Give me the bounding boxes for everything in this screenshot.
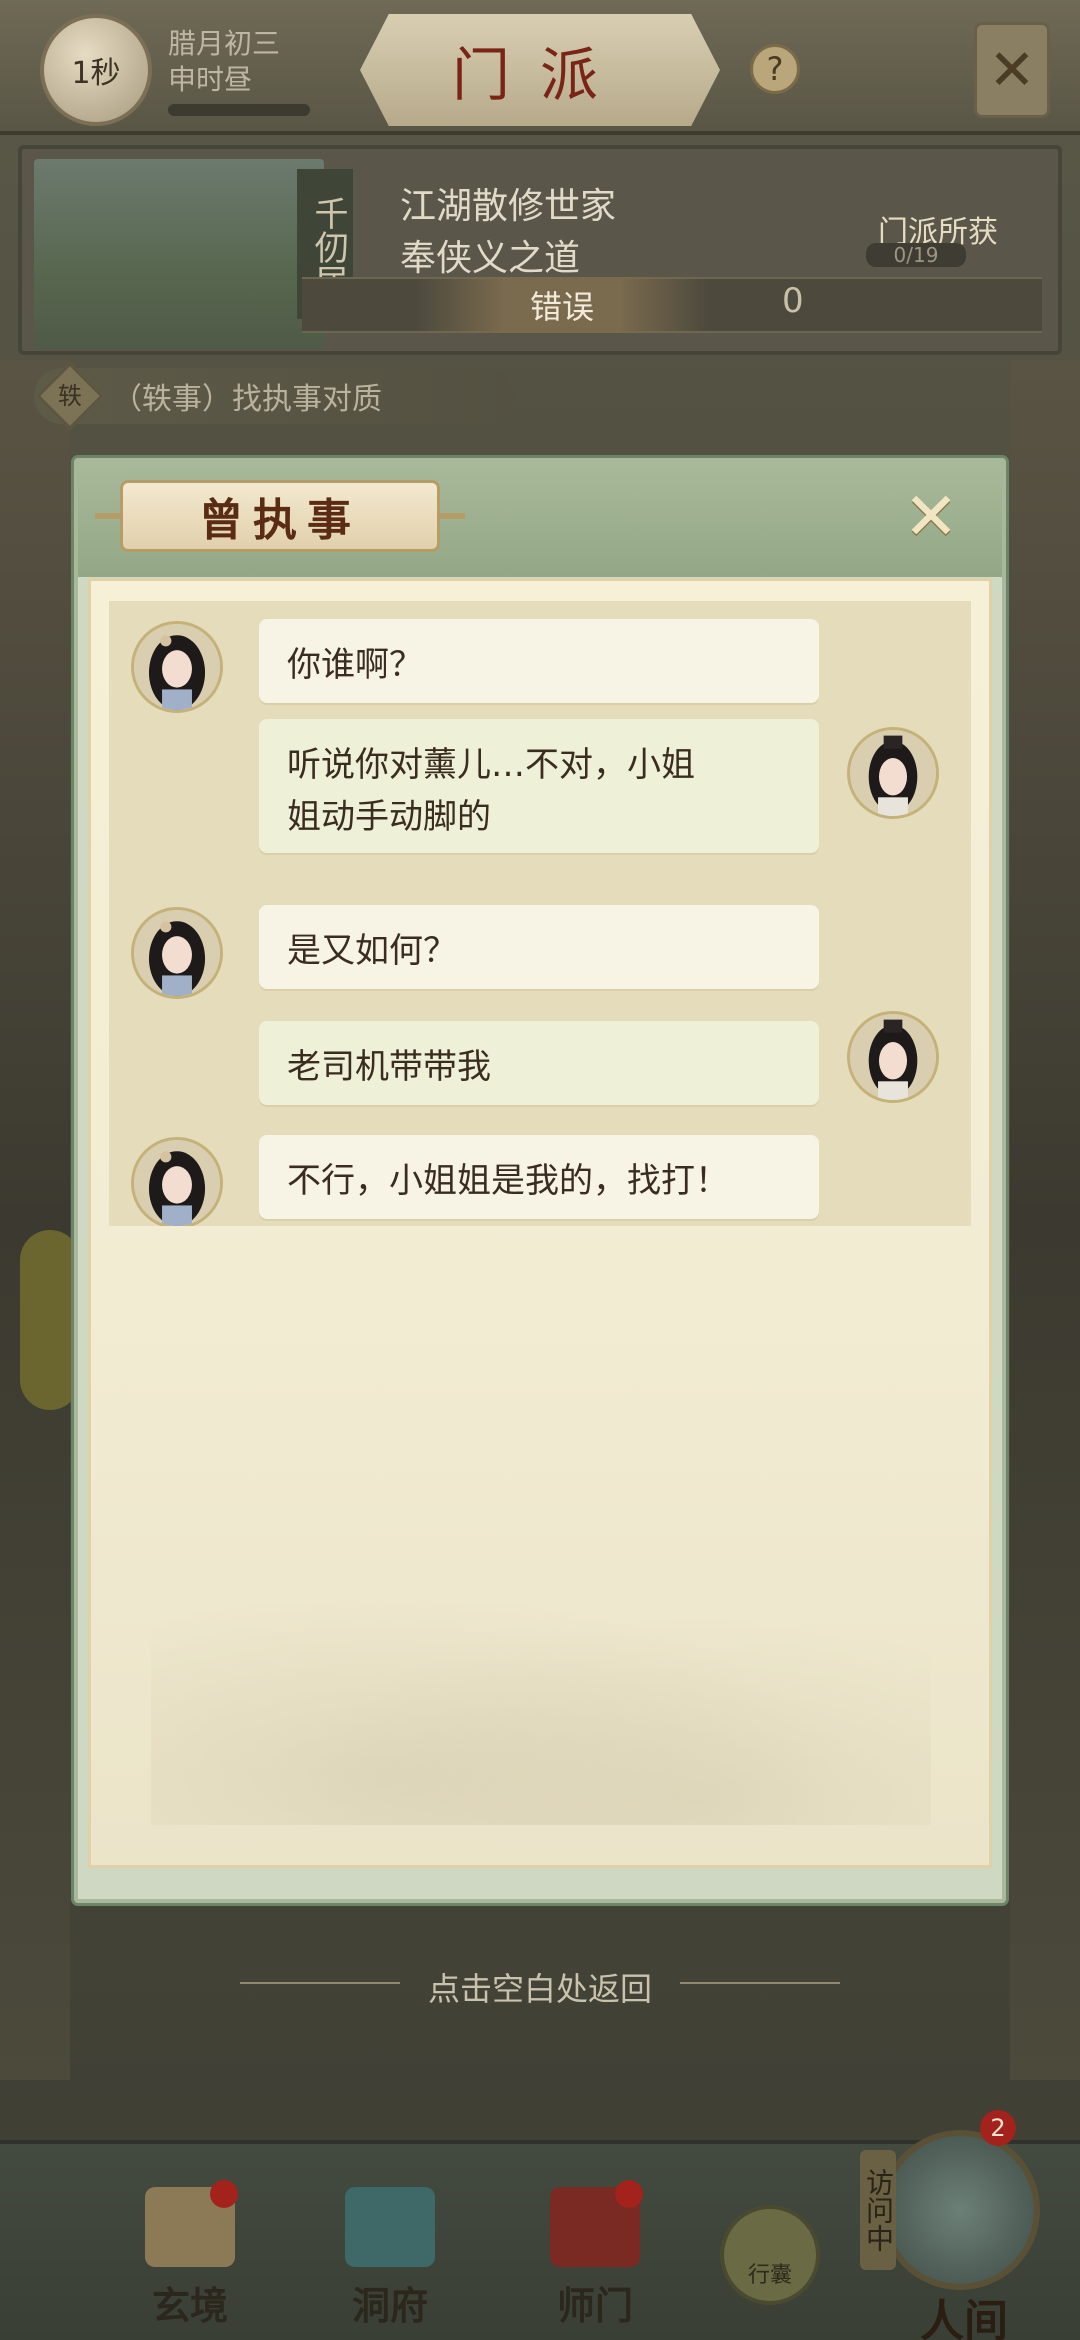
event-badge: 轶 bbox=[36, 362, 104, 430]
event-text: （轶事）找执事对质 bbox=[112, 382, 382, 417]
chat-message-npc bbox=[131, 621, 223, 713]
nav-dongfu[interactable]: 洞府 bbox=[320, 2180, 460, 2330]
chat-log[interactable]: 你谁啊？ 听说你对薰儿…不对，小姐 姐动手动脚的 是又如何？ 老司机带带我 不行… bbox=[109, 601, 971, 1226]
dialog-close-button[interactable]: ✕ bbox=[896, 482, 966, 552]
sect-desc-line2: 奉侠义之道 bbox=[400, 238, 581, 279]
chat-message-npc bbox=[131, 907, 223, 999]
dialog-title: 曾执事 bbox=[95, 480, 465, 552]
scene-left-edge bbox=[0, 360, 70, 2080]
scene-tree bbox=[20, 1230, 80, 1410]
chat-bubble: 是又如何？ bbox=[259, 905, 819, 989]
npc-avatar bbox=[131, 621, 223, 713]
sect-reward-count: 0/19 bbox=[866, 243, 966, 267]
chat-bubble: 老司机带带我 bbox=[259, 1021, 819, 1105]
tap-to-return-hint[interactable]: 点击空白处返回 bbox=[0, 1964, 1080, 2010]
chat-message-npc bbox=[131, 1137, 223, 1226]
nav-bag[interactable]: 行囊 bbox=[720, 2205, 820, 2305]
event-banner[interactable]: 轶 （轶事）找执事对质 bbox=[34, 362, 514, 430]
status-error-text: 错误 bbox=[417, 277, 707, 333]
money-count: 0 bbox=[782, 281, 804, 321]
page-title: 门派 bbox=[360, 14, 720, 126]
nav-world-label: 人间 bbox=[920, 2296, 1008, 2340]
sect-image bbox=[34, 159, 324, 349]
nav-label: 洞府 bbox=[351, 2283, 428, 2328]
chat-bubble: 你谁啊？ bbox=[259, 619, 819, 703]
time-progress-bar bbox=[168, 104, 310, 116]
date-text: 腊月初三 bbox=[168, 27, 281, 60]
timer-badge[interactable]: 1秒 bbox=[40, 14, 152, 126]
chat-bubble-line: 姐动手动脚的 bbox=[287, 797, 491, 837]
chat-bubble-line: 听说你对薰儿…不对，小姐 bbox=[287, 745, 695, 785]
event-badge-label: 轶 bbox=[58, 382, 82, 410]
notification-dot bbox=[210, 2180, 238, 2208]
close-icon: ✕ bbox=[988, 37, 1036, 103]
dialog-body: 你谁啊？ 听说你对薰儿…不对，小姐 姐动手动脚的 是又如何？ 老司机带带我 不行… bbox=[88, 578, 992, 1868]
nav-bag-label: 行囊 bbox=[747, 2263, 792, 2288]
nav-world[interactable]: 访问中 2 人间 bbox=[860, 2110, 1040, 2340]
sect-header: 千仞居 江湖散修世家 奉侠义之道 门派所获 0/19 错误 0 bbox=[18, 145, 1062, 355]
time-of-day-text: 申时昼 bbox=[168, 63, 253, 96]
sect-desc-line1: 江湖散修世家 bbox=[400, 186, 617, 227]
page-close-button[interactable]: ✕ bbox=[974, 22, 1050, 118]
help-button[interactable]: ? bbox=[750, 44, 800, 94]
chat-bubble: 听说你对薰儿…不对，小姐 姐动手动脚的 bbox=[259, 719, 819, 853]
npc-avatar bbox=[131, 1137, 223, 1226]
pavilion-icon bbox=[345, 2187, 435, 2267]
nav-label: 师门 bbox=[556, 2283, 633, 2328]
nav-label: 玄境 bbox=[151, 2283, 228, 2328]
visiting-tag: 访问中 bbox=[860, 2150, 896, 2270]
npc-avatar bbox=[131, 907, 223, 999]
world-count-badge: 2 bbox=[980, 2110, 1016, 2146]
player-avatar bbox=[847, 1011, 939, 1103]
chat-message-player bbox=[847, 1011, 939, 1103]
chat-message-player bbox=[847, 727, 939, 819]
scene-right-edge bbox=[1010, 360, 1080, 2080]
close-icon: ✕ bbox=[903, 478, 959, 555]
nav-xuanjing[interactable]: 玄境 bbox=[120, 2180, 260, 2330]
top-bar: 1秒 腊月初三 申时昼 门派 ? ✕ bbox=[0, 0, 1080, 135]
notification-dot bbox=[615, 2180, 643, 2208]
chat-bubble: 不行，小姐姐是我的，找打！ bbox=[259, 1135, 819, 1219]
landscape-decoration bbox=[151, 1565, 931, 1825]
world-orb-icon bbox=[880, 2130, 1040, 2290]
nav-shimen[interactable]: 师门 bbox=[525, 2180, 665, 2330]
dialog-panel: 曾执事 ✕ 你谁啊？ 听说你对薰儿…不对，小姐 姐动手动脚的 是又如何？ 老司机… bbox=[74, 458, 1006, 1903]
player-avatar bbox=[847, 727, 939, 819]
